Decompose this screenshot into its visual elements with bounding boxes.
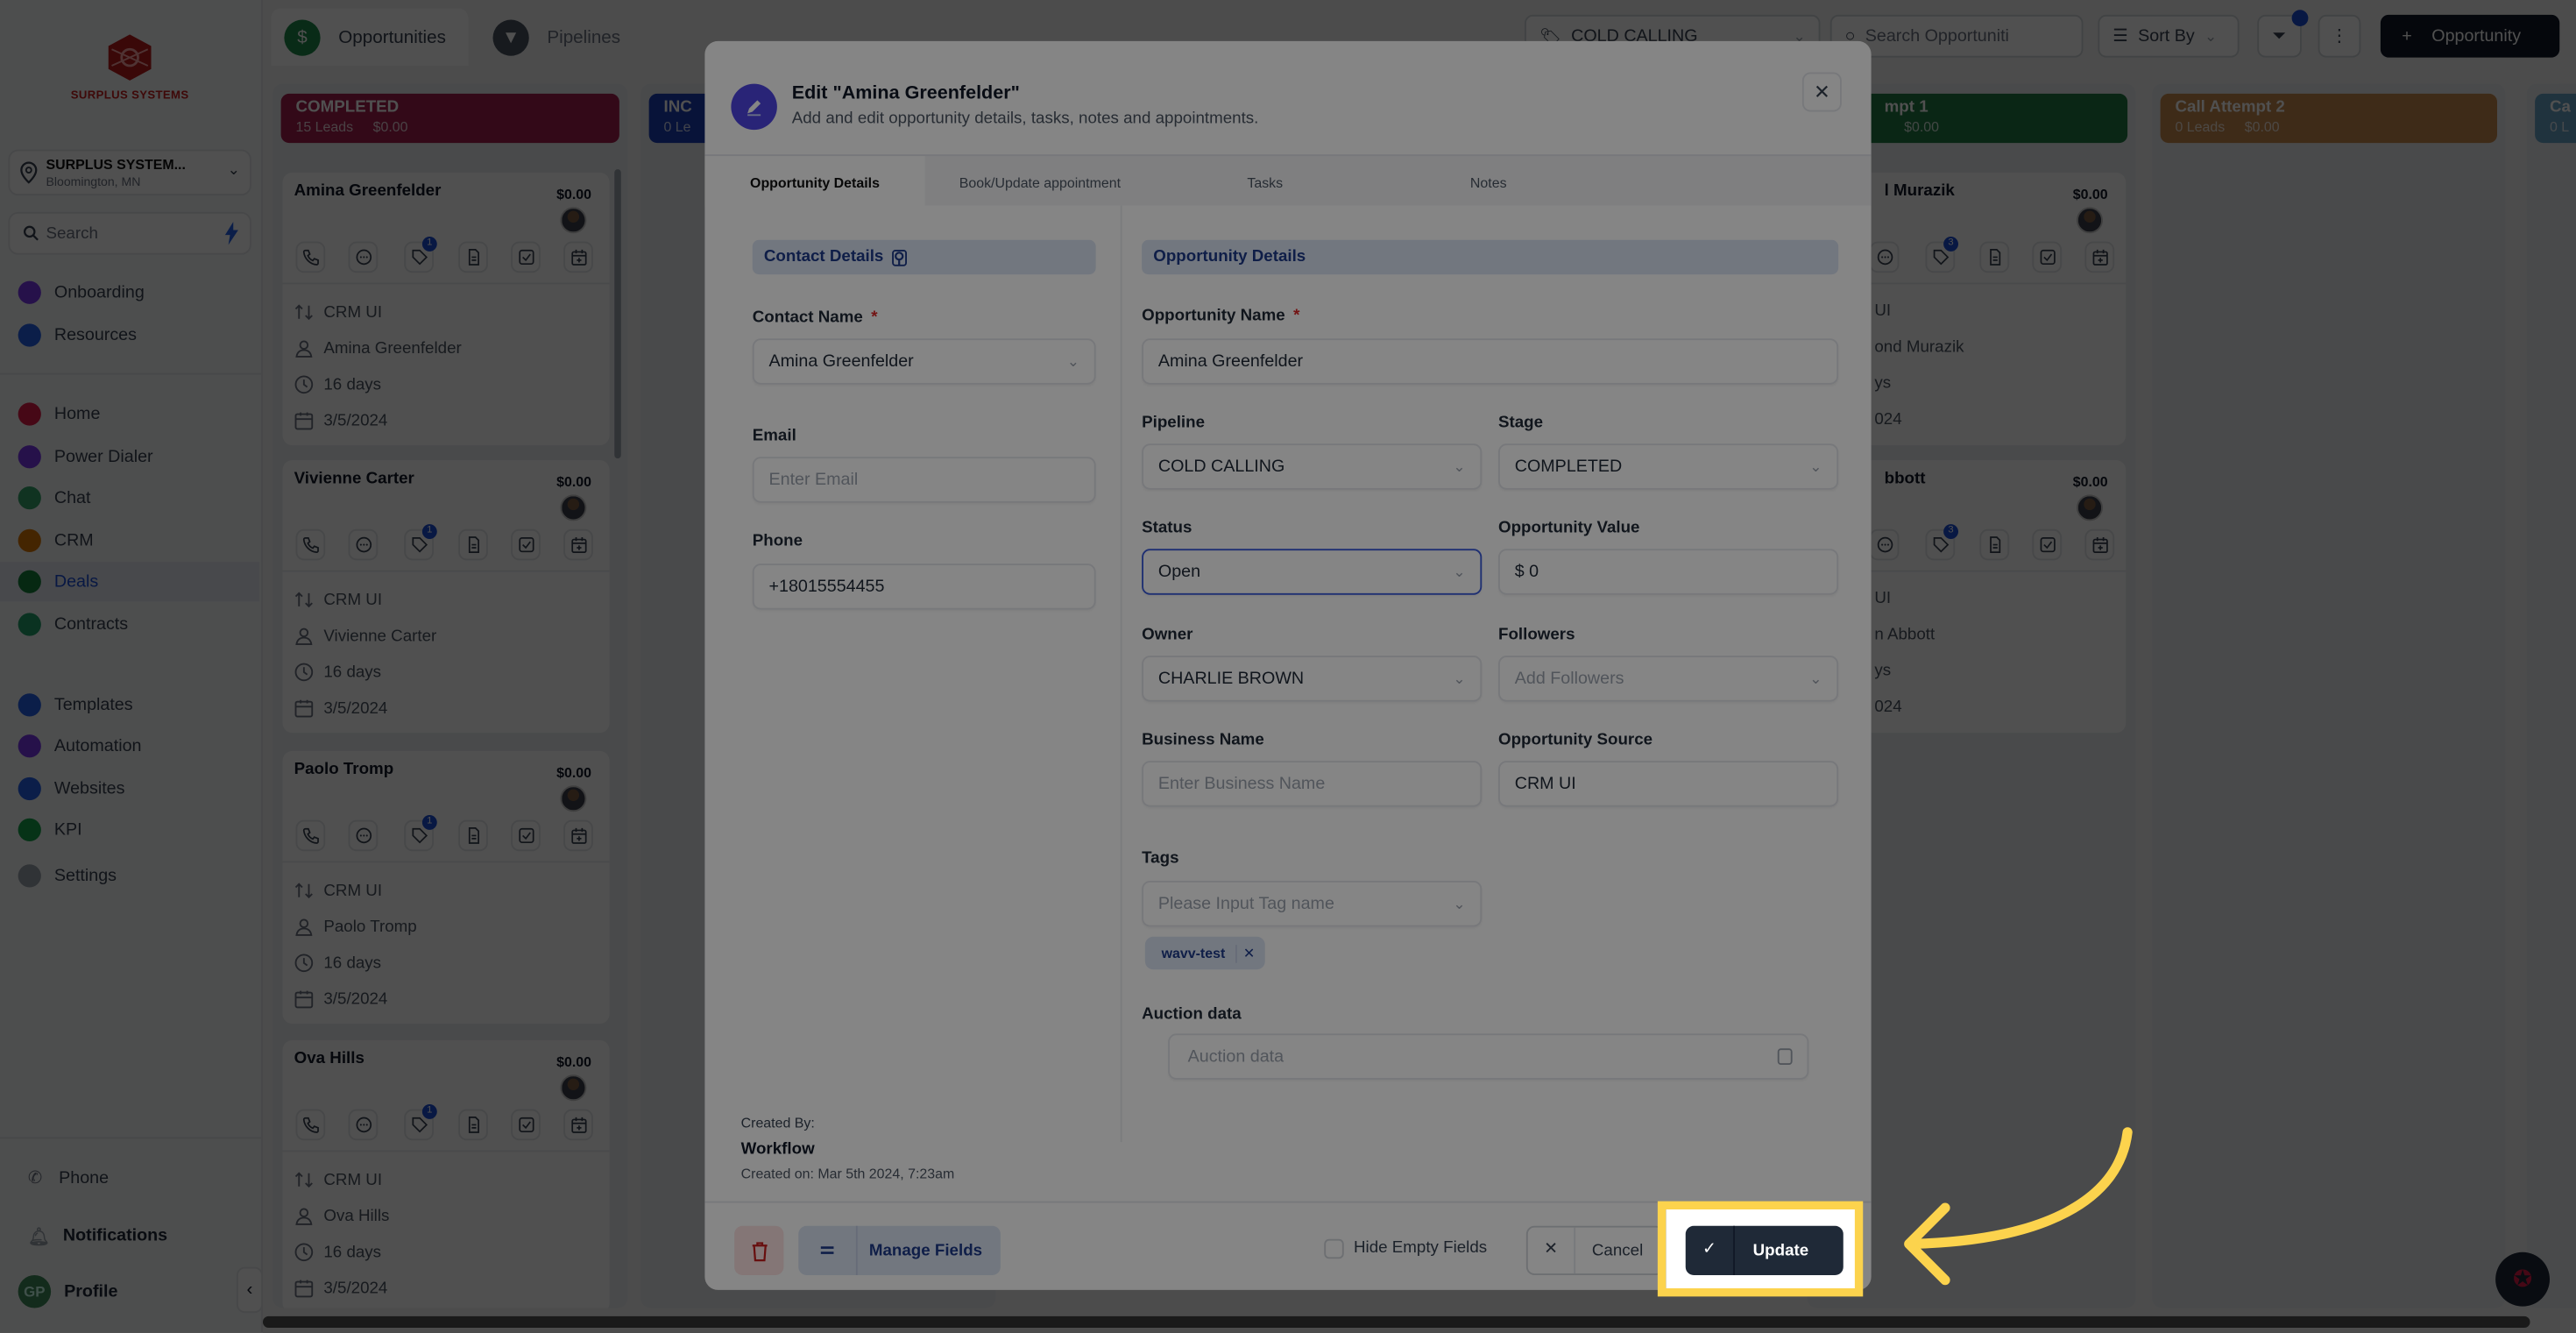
sliders-icon: ⚌: [798, 1225, 858, 1275]
modal-title: Edit "Amina Greenfelder": [791, 83, 1020, 104]
edit-opportunity-modal: Edit "Amina Greenfelder" Add and edit op…: [704, 40, 1872, 1290]
phone-label: Phone: [752, 532, 803, 551]
created-by-label: Created By:: [740, 1114, 815, 1131]
pointer-arrow-icon: [1904, 1127, 2133, 1286]
chevron-down-icon: ⌄: [1453, 670, 1466, 686]
auction-data-label: Auction data: [1142, 1005, 1242, 1025]
select-placeholder: Add Followers: [1514, 669, 1624, 689]
stage-label: Stage: [1498, 414, 1544, 433]
modal-tabs: Opportunity Details Book/Update appointm…: [704, 154, 1872, 208]
opportunity-name-field[interactable]: Amina Greenfelder: [1142, 338, 1839, 385]
auction-placeholder: Auction data: [1187, 1046, 1284, 1067]
opportunity-value-field[interactable]: $ 0: [1498, 549, 1839, 595]
select-value: Amina Greenfelder: [768, 351, 914, 372]
followers-select[interactable]: Add Followers ⌄: [1498, 656, 1839, 702]
chevron-down-icon: ⌄: [1453, 894, 1466, 911]
contact-details-header: Contact Details ⚲: [752, 239, 1096, 275]
manage-fields-button[interactable]: ⚌ Manage Fields: [798, 1225, 1001, 1275]
auction-data-field[interactable]: Auction data: [1168, 1033, 1809, 1080]
cancel-label: Cancel: [1591, 1241, 1644, 1260]
opportunity-source-label: Opportunity Source: [1498, 731, 1653, 749]
email-label: Email: [752, 427, 796, 446]
contact-name-label: Contact Name *: [752, 308, 878, 328]
section-title: Contact Details: [763, 248, 884, 266]
modal-subtitle: Add and edit opportunity details, tasks,…: [791, 110, 1259, 129]
chevron-down-icon: ⌄: [1809, 457, 1822, 474]
phone-field[interactable]: +18015554455: [752, 564, 1096, 610]
owner-select[interactable]: CHARLIE BROWN ⌄: [1142, 656, 1483, 702]
select-value: CHARLIE BROWN: [1157, 669, 1305, 689]
tags-label: Tags: [1142, 849, 1179, 868]
chevron-down-icon: ⌄: [1453, 563, 1466, 579]
hide-empty-fields-checkbox[interactable]: [1324, 1238, 1344, 1259]
created-by-value: Workflow: [740, 1140, 815, 1159]
contact-card-icon: ⚲: [891, 249, 907, 266]
tags-input[interactable]: Please Input Tag name ⌄: [1142, 881, 1483, 927]
hide-empty-fields-label: Hide Empty Fields: [1354, 1238, 1488, 1258]
chevron-down-icon: ⌄: [1809, 670, 1822, 686]
trash-icon: [751, 1241, 767, 1261]
tag-chip: wavv-test ✕: [1144, 936, 1265, 970]
column-divider: [1120, 205, 1122, 1143]
edit-icon: [731, 83, 777, 131]
contact-name-select[interactable]: Amina Greenfelder ⌄: [752, 338, 1096, 385]
close-icon: ✕: [1528, 1227, 1576, 1274]
pipeline-label: Pipeline: [1142, 414, 1206, 433]
manage-fields-label: Manage Fields: [868, 1241, 983, 1260]
close-icon: ✕: [1813, 80, 1830, 104]
tab-book-appointment[interactable]: Book/Update appointment: [925, 156, 1156, 207]
followers-label: Followers: [1498, 626, 1575, 644]
chevron-down-icon: ⌄: [1453, 457, 1466, 474]
business-name-field[interactable]: Enter Business Name: [1142, 761, 1483, 807]
chevron-down-icon: ⌄: [1066, 352, 1079, 369]
select-value: COLD CALLING: [1157, 457, 1285, 477]
close-button[interactable]: ✕: [1801, 72, 1842, 112]
opportunity-details-header: Opportunity Details: [1142, 239, 1839, 275]
pipeline-select[interactable]: COLD CALLING ⌄: [1142, 443, 1483, 490]
owner-label: Owner: [1142, 626, 1193, 644]
delete-button[interactable]: [734, 1225, 784, 1275]
status-label: Status: [1142, 519, 1192, 538]
business-name-label: Business Name: [1142, 731, 1264, 749]
opportunity-source-field[interactable]: CRM UI: [1498, 761, 1839, 807]
opportunity-name-label: Opportunity Name *: [1142, 307, 1300, 326]
stage-select[interactable]: COMPLETED ⌄: [1498, 443, 1839, 490]
tab-notes[interactable]: Notes: [1421, 156, 1556, 207]
remove-tag-icon[interactable]: ✕: [1235, 944, 1255, 962]
highlight-frame: [1657, 1201, 1864, 1297]
created-on: Created on: Mar 5th 2024, 7:23am: [740, 1165, 955, 1182]
status-select[interactable]: Open ⌄: [1142, 549, 1483, 595]
cancel-button[interactable]: ✕ Cancel: [1525, 1225, 1665, 1275]
select-value: COMPLETED: [1514, 457, 1623, 477]
calendar-icon: [1777, 1048, 1793, 1065]
tags-placeholder: Please Input Tag name: [1157, 894, 1334, 914]
tab-tasks[interactable]: Tasks: [1198, 156, 1333, 207]
tag-label: wavv-test: [1161, 945, 1226, 961]
opportunity-value-label: Opportunity Value: [1498, 519, 1640, 538]
email-field[interactable]: Enter Email: [752, 457, 1096, 503]
tab-opportunity-details[interactable]: Opportunity Details: [704, 156, 925, 208]
select-value: Open: [1157, 562, 1201, 582]
